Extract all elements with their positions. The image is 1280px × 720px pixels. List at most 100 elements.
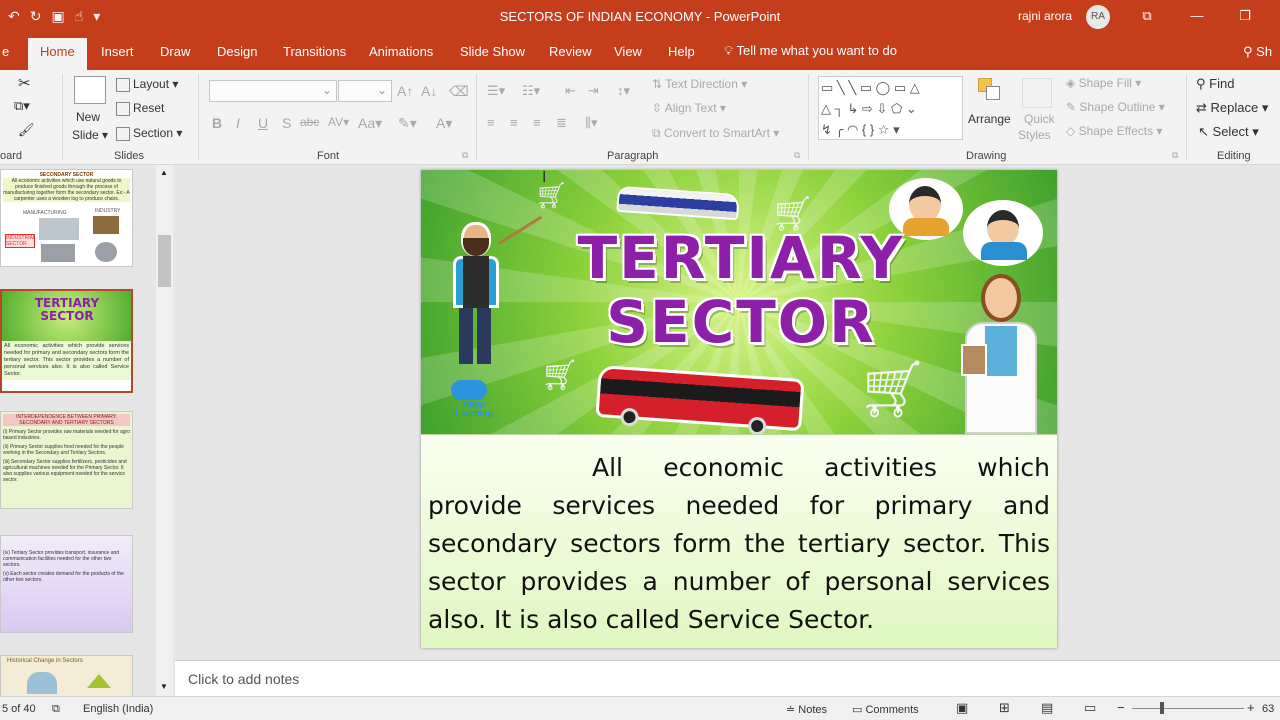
shrink-font-icon[interactable]: A↓ xyxy=(421,83,437,99)
normal-view-icon[interactable]: ▣ xyxy=(956,700,968,716)
slide-thumbnail-6[interactable]: INTERDEPENDENCE BETWEEN PRIMARY, SECONDA… xyxy=(0,411,133,509)
slideshow-view-icon[interactable]: ▭ xyxy=(1084,700,1096,716)
section-button[interactable]: Section ▾ xyxy=(116,126,182,141)
format-painter-icon[interactable]: 🖌︎ xyxy=(18,122,35,138)
quick-styles-label-2[interactable]: Styles xyxy=(1018,128,1051,142)
current-slide[interactable]: 🛒︎ 🛒︎ 🛒︎ 🛒︎ Happ Learning TERTIARY SECTO… xyxy=(421,170,1057,648)
share-button[interactable]: ⚲ Sh xyxy=(1243,44,1272,60)
shape-outline-button[interactable]: ✎ Shape Outline ▾ xyxy=(1066,100,1165,114)
tab-design[interactable]: Design xyxy=(217,44,257,59)
paint-bucket-icon: ◈ xyxy=(1066,76,1076,90)
slide-thumbnail-4[interactable]: SECONDARY SECTOR All economic activities… xyxy=(0,169,133,267)
align-right-icon[interactable]: ≡ xyxy=(533,115,541,130)
slide-thumbnail-7[interactable]: (iv) Tertiary Sector provides transport,… xyxy=(0,535,133,633)
tab-animations[interactable]: Animations xyxy=(369,44,433,59)
zoom-level[interactable]: 63 xyxy=(1262,703,1274,715)
slide-thumbnail-5[interactable]: TERTIARY SECTOR All economic activities w… xyxy=(0,289,133,393)
new-slide-button[interactable]: Slide ▾ xyxy=(72,128,108,142)
slide-thumbnail-8[interactable]: Historical Change in Sectors xyxy=(0,655,133,696)
change-case-icon[interactable]: Aa▾ xyxy=(358,115,382,132)
tab-help[interactable]: Help xyxy=(668,44,695,59)
slide-body-textbox[interactable]: All economic activities which provide se… xyxy=(421,434,1057,648)
new-slide-icon[interactable] xyxy=(74,76,106,104)
quick-styles-label-1[interactable]: Quick xyxy=(1024,112,1055,126)
shapes-gallery[interactable]: ▭ ╲ ╲ ▭ ◯ ▭ △ △ ┐ ↳ ⇨ ⇩ ⬠ ⌄ ↯ ╭ ◠ { } ☆ ▾ xyxy=(818,76,963,140)
shadow-icon[interactable]: S xyxy=(282,115,291,131)
arrange-label[interactable]: Arrange xyxy=(968,112,1011,126)
paragraph-dialog-launcher-icon[interactable]: ⧉ xyxy=(794,150,800,161)
increase-indent-icon[interactable]: ⇥ xyxy=(588,83,599,99)
zoom-slider-thumb[interactable] xyxy=(1160,702,1164,714)
copy-icon[interactable]: ⧉▾ xyxy=(14,98,30,114)
avatar[interactable]: RA xyxy=(1086,5,1110,29)
ribbon-display-icon[interactable]: ⧉ xyxy=(1138,8,1156,24)
tab-view[interactable]: View xyxy=(614,44,642,59)
strikethrough-icon[interactable]: abc xyxy=(300,115,319,129)
character-spacing-icon[interactable]: AV▾ xyxy=(328,115,349,129)
align-center-icon[interactable]: ≡ xyxy=(510,115,518,130)
bullets-icon[interactable]: ☰▾ xyxy=(487,83,505,99)
new-slide-label-1[interactable]: New xyxy=(76,110,100,124)
reading-view-icon[interactable]: ▤ xyxy=(1041,700,1053,716)
tab-draw[interactable]: Draw xyxy=(160,44,190,59)
select-button[interactable]: ↖ Select ▾ xyxy=(1198,124,1259,140)
tab-review[interactable]: Review xyxy=(549,44,592,59)
grow-font-icon[interactable]: A↑ xyxy=(397,83,413,99)
bold-icon[interactable]: B xyxy=(212,115,222,131)
cut-icon[interactable]: ✂ xyxy=(18,74,31,92)
quick-styles-icon[interactable] xyxy=(1022,78,1052,108)
font-size-combo[interactable]: ⌄ xyxy=(338,80,392,102)
convert-smartart-button[interactable]: ⧉ Convert to SmartArt ▾ xyxy=(652,126,779,141)
arrange-icon[interactable] xyxy=(974,76,1004,106)
align-text-button[interactable]: ⇳ Align Text ▾ xyxy=(652,101,726,115)
tab-home[interactable]: Home xyxy=(28,38,87,70)
slide-sorter-icon[interactable]: ⊞ xyxy=(999,700,1010,716)
minimize-icon[interactable]: — xyxy=(1188,8,1206,23)
decrease-indent-icon[interactable]: ⇤ xyxy=(565,83,576,99)
tertiary-sector-banner-image[interactable]: 🛒︎ 🛒︎ 🛒︎ 🛒︎ Happ Learning TERTIARY SECTO… xyxy=(421,170,1057,434)
thumb-text: (iii) Secondary Sector supplies fertiliz… xyxy=(3,459,127,483)
text-direction-button[interactable]: ⇅ Text Direction ▾ xyxy=(652,77,747,91)
replace-button[interactable]: ⇄ Replace ▾ xyxy=(1196,100,1268,116)
spell-check-icon[interactable]: ⧉ xyxy=(52,703,60,716)
scroll-down-icon[interactable]: ▼ xyxy=(160,682,168,691)
comments-toggle[interactable]: ▭ Comments xyxy=(852,703,919,716)
align-left-icon[interactable]: ≡ xyxy=(487,115,495,130)
notes-pane[interactable]: Click to add notes xyxy=(175,660,1280,696)
underline-icon[interactable]: U xyxy=(258,115,268,131)
scrollbar-thumb[interactable] xyxy=(158,235,171,287)
shape-effects-button[interactable]: ◇ Shape Effects ▾ xyxy=(1066,124,1162,138)
restore-icon[interactable]: ❐ xyxy=(1236,8,1254,24)
highlight-icon[interactable]: ✎▾ xyxy=(398,115,417,132)
find-button[interactable]: ⚲ Find xyxy=(1196,76,1234,92)
layout-button[interactable]: Layout ▾ xyxy=(116,77,178,92)
reset-button[interactable]: Reset xyxy=(116,101,164,116)
tab-insert[interactable]: Insert xyxy=(101,44,134,59)
drawing-dialog-launcher-icon[interactable]: ⧉ xyxy=(1172,150,1178,161)
slide-editor: 🛒︎ 🛒︎ 🛒︎ 🛒︎ Happ Learning TERTIARY SECTO… xyxy=(175,165,1280,660)
font-name-combo[interactable]: ⌄ xyxy=(209,80,337,102)
tab-file[interactable]: e xyxy=(2,44,9,59)
tell-me-search[interactable]: 💡︎ Tell me what you want to do xyxy=(724,43,897,59)
slide-counter[interactable]: 5 of 40 xyxy=(2,703,36,715)
line-spacing-icon[interactable]: ↕▾ xyxy=(617,83,630,99)
shape-fill-button[interactable]: ◈ Shape Fill ▾ xyxy=(1066,76,1141,90)
justify-icon[interactable]: ≣ xyxy=(556,115,567,131)
scroll-up-icon[interactable]: ▲ xyxy=(160,168,168,177)
font-color-icon[interactable]: A▾ xyxy=(436,115,452,132)
font-dialog-launcher-icon[interactable]: ⧉ xyxy=(462,150,468,161)
zoom-out-icon[interactable]: − xyxy=(1117,700,1125,715)
zoom-in-icon[interactable]: + xyxy=(1247,700,1255,715)
columns-icon[interactable]: ⫼▾ xyxy=(585,115,598,131)
language-indicator[interactable]: English (India) xyxy=(83,703,153,715)
tab-slideshow[interactable]: Slide Show xyxy=(460,44,525,59)
italic-icon[interactable]: I xyxy=(236,115,240,131)
slide-headline[interactable]: TERTIARY SECTOR xyxy=(541,226,941,354)
notes-toggle[interactable]: ≐ Notes xyxy=(786,703,827,716)
clear-formatting-icon[interactable]: ⌫ xyxy=(449,83,469,100)
tab-transitions[interactable]: Transitions xyxy=(283,44,346,59)
zoom-slider[interactable] xyxy=(1132,708,1244,709)
thumbnail-scrollbar[interactable]: ▲ ▼ xyxy=(156,165,173,696)
numbering-icon[interactable]: ☷▾ xyxy=(522,83,540,99)
user-name[interactable]: rajni arora xyxy=(1018,9,1072,23)
